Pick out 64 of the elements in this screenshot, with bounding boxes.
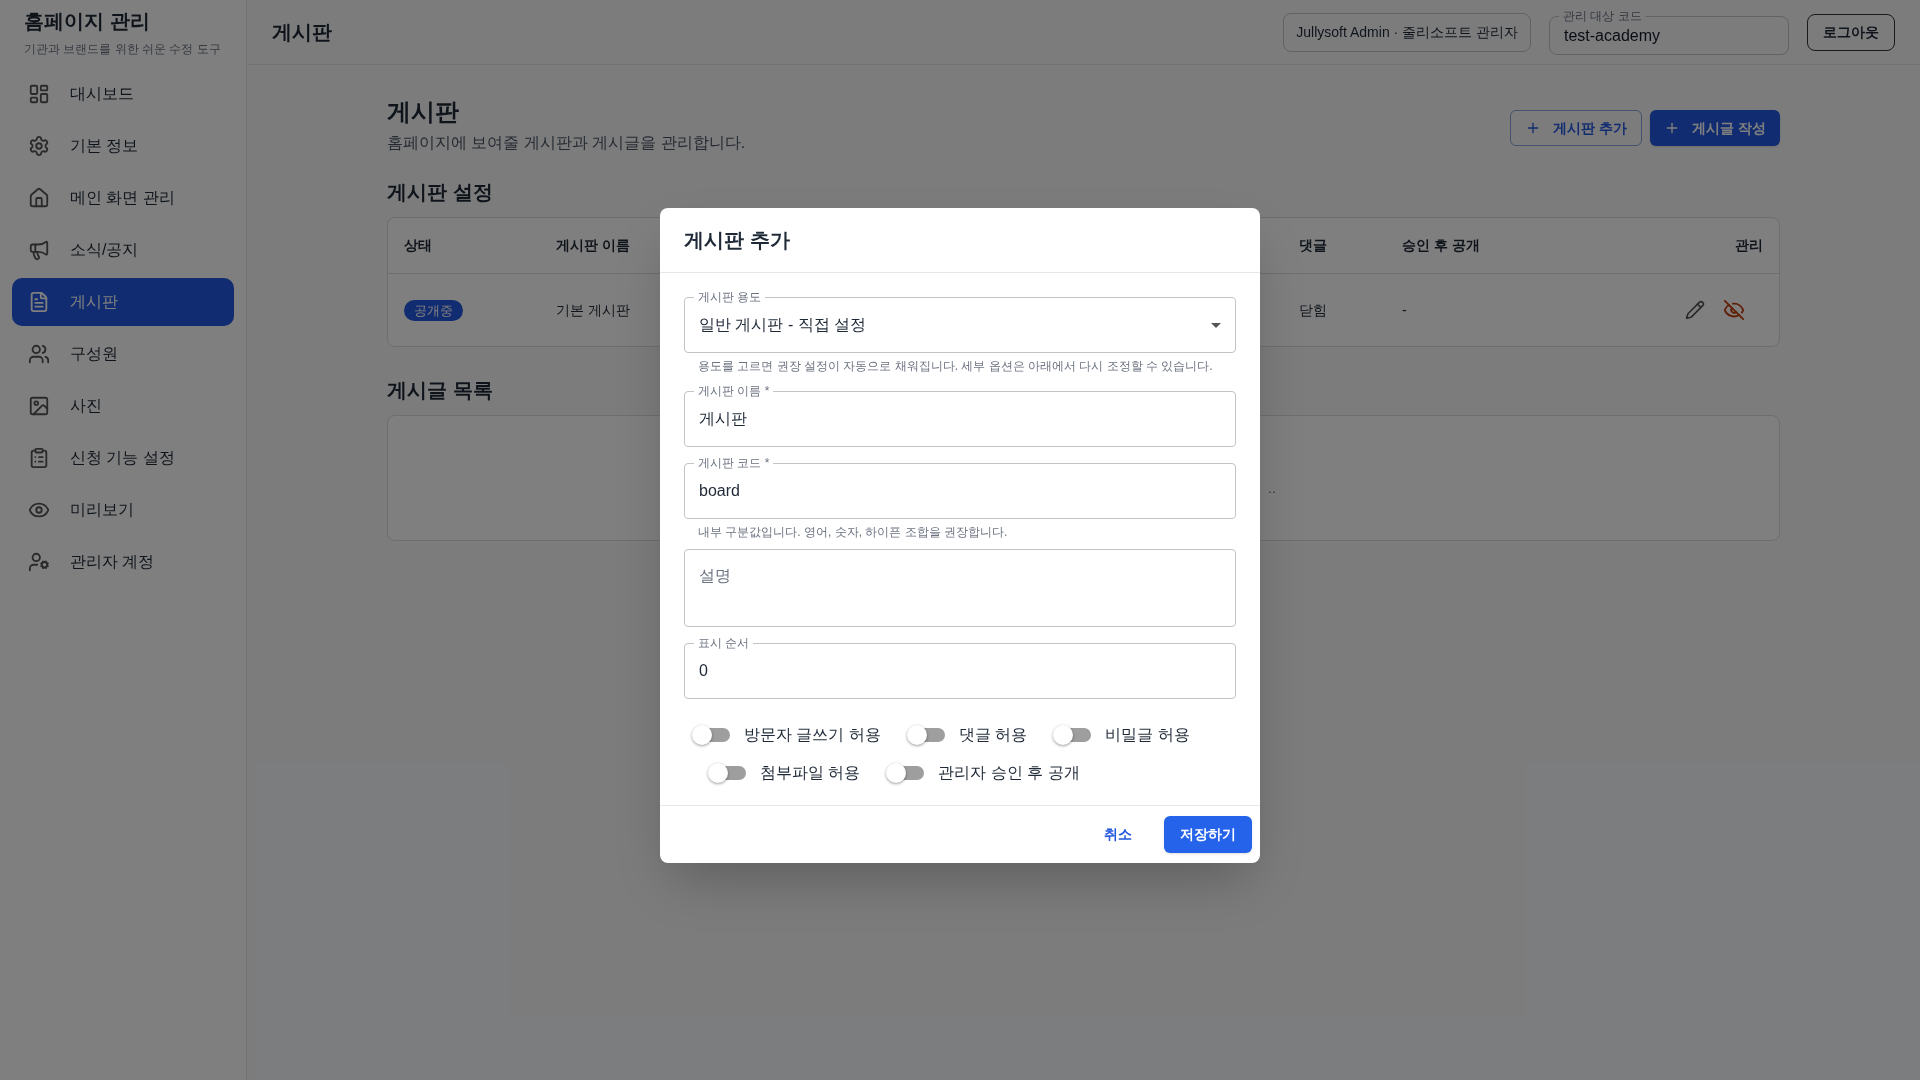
- table-cell-text: 기본 게시판: [556, 300, 631, 320]
- sidebar-item[interactable]: 관리자 계정: [12, 538, 234, 586]
- section-title: 게시글 목록: [387, 378, 493, 403]
- sidebar-item[interactable]: 소식/공지: [12, 226, 234, 274]
- dialog-title: 게시판 추가: [684, 228, 791, 252]
- write-post-button[interactable]: 게시글 작성: [1650, 110, 1780, 146]
- app-title: 홈페이지 관리: [24, 9, 151, 34]
- column-header: 상태: [404, 236, 432, 255]
- helper-text: 내부 구분값입니다. 영어, 숫자, 하이픈 조합을 권장합니다.: [697, 524, 1009, 541]
- logout-button[interactable]: 로그아웃: [1807, 13, 1895, 51]
- field-label: 게시판 이름 *: [694, 383, 774, 399]
- home-icon: [28, 187, 50, 209]
- toggle-switch[interactable]: [886, 763, 925, 783]
- toggle-switch[interactable]: [708, 763, 746, 783]
- settings-icon: [28, 135, 50, 157]
- sidebar-item[interactable]: 메인 화면 관리: [12, 174, 234, 222]
- clipboard-icon: [28, 447, 50, 469]
- field-label: 게시판 코드 *: [694, 455, 774, 471]
- toggle-switch[interactable]: [906, 725, 945, 745]
- sidebar-item[interactable]: 신청 기능 설정: [12, 434, 234, 482]
- table-cell-text: 닫힘: [1299, 300, 1328, 320]
- toggle-switch[interactable]: [1053, 725, 1092, 745]
- dropdown-caret-icon: [1211, 322, 1221, 328]
- description-field[interactable]: 설명: [684, 549, 1236, 627]
- page-description: 홈페이지에 보여줄 게시판과 게시글을 관리합니다.: [387, 133, 746, 153]
- toggle-label: 비밀글 허용: [1105, 725, 1190, 745]
- toggle-label: 관리자 승인 후 공개: [938, 763, 1080, 783]
- sidebar-item[interactable]: 기본 정보: [12, 122, 234, 170]
- page-title: 게시판: [387, 97, 460, 127]
- dashboard-icon: [28, 83, 50, 105]
- field-label: 관리 대상 코드: [1559, 9, 1646, 23]
- eye-off-icon[interactable]: [1723, 299, 1745, 321]
- user-chip: Jullysoft Admin · 줄리소프트 관리자: [1283, 12, 1531, 52]
- add-board-button[interactable]: 게시판 추가: [1510, 110, 1643, 146]
- sidebar-item[interactable]: 게시판: [12, 278, 234, 326]
- sidebar-item[interactable]: 미리보기: [12, 486, 234, 534]
- document-icon: [28, 291, 50, 313]
- app-subtitle: 기관과 브랜드를 위한 쉬운 수정 도구: [24, 41, 222, 58]
- column-header: 관리: [1735, 236, 1763, 255]
- table-cell-text: -: [1402, 300, 1408, 320]
- megaphone-icon: [28, 239, 50, 261]
- edit-icon[interactable]: [1685, 300, 1705, 320]
- toggle-switch[interactable]: [692, 725, 730, 745]
- status-badge: 공개중: [404, 299, 463, 321]
- toggle-label: 방문자 글쓰기 허용: [744, 725, 881, 745]
- column-header: 댓글: [1299, 236, 1327, 255]
- cancel-button[interactable]: 취소: [1096, 824, 1140, 845]
- toggle-label: 첨부파일 허용: [760, 763, 861, 783]
- helper-text: 용도를 고르면 권장 설정이 자동으로 채워집니다. 세부 옵션은 아래에서 다시 조정할 수 있습니다.: [697, 358, 1214, 375]
- column-header: 게시판 이름: [556, 236, 630, 255]
- field-label: 게시판 용도: [694, 289, 766, 305]
- people-icon: [28, 343, 50, 365]
- user-gear-icon: [28, 551, 50, 573]
- sidebar-item[interactable]: 구성원: [12, 330, 234, 378]
- sidebar-item[interactable]: 대시보드: [12, 70, 234, 118]
- sidebar-item[interactable]: 사진: [12, 382, 234, 430]
- toggle-label: 댓글 허용: [958, 725, 1028, 745]
- column-header: 승인 후 공개: [1402, 236, 1480, 255]
- save-button[interactable]: 저장하기: [1164, 816, 1252, 853]
- page-header-title: 게시판: [272, 20, 332, 45]
- field-label: 표시 순서: [694, 635, 754, 651]
- empty-message: ..: [1268, 478, 1276, 498]
- image-icon: [28, 395, 50, 417]
- section-title: 게시판 설정: [387, 180, 493, 205]
